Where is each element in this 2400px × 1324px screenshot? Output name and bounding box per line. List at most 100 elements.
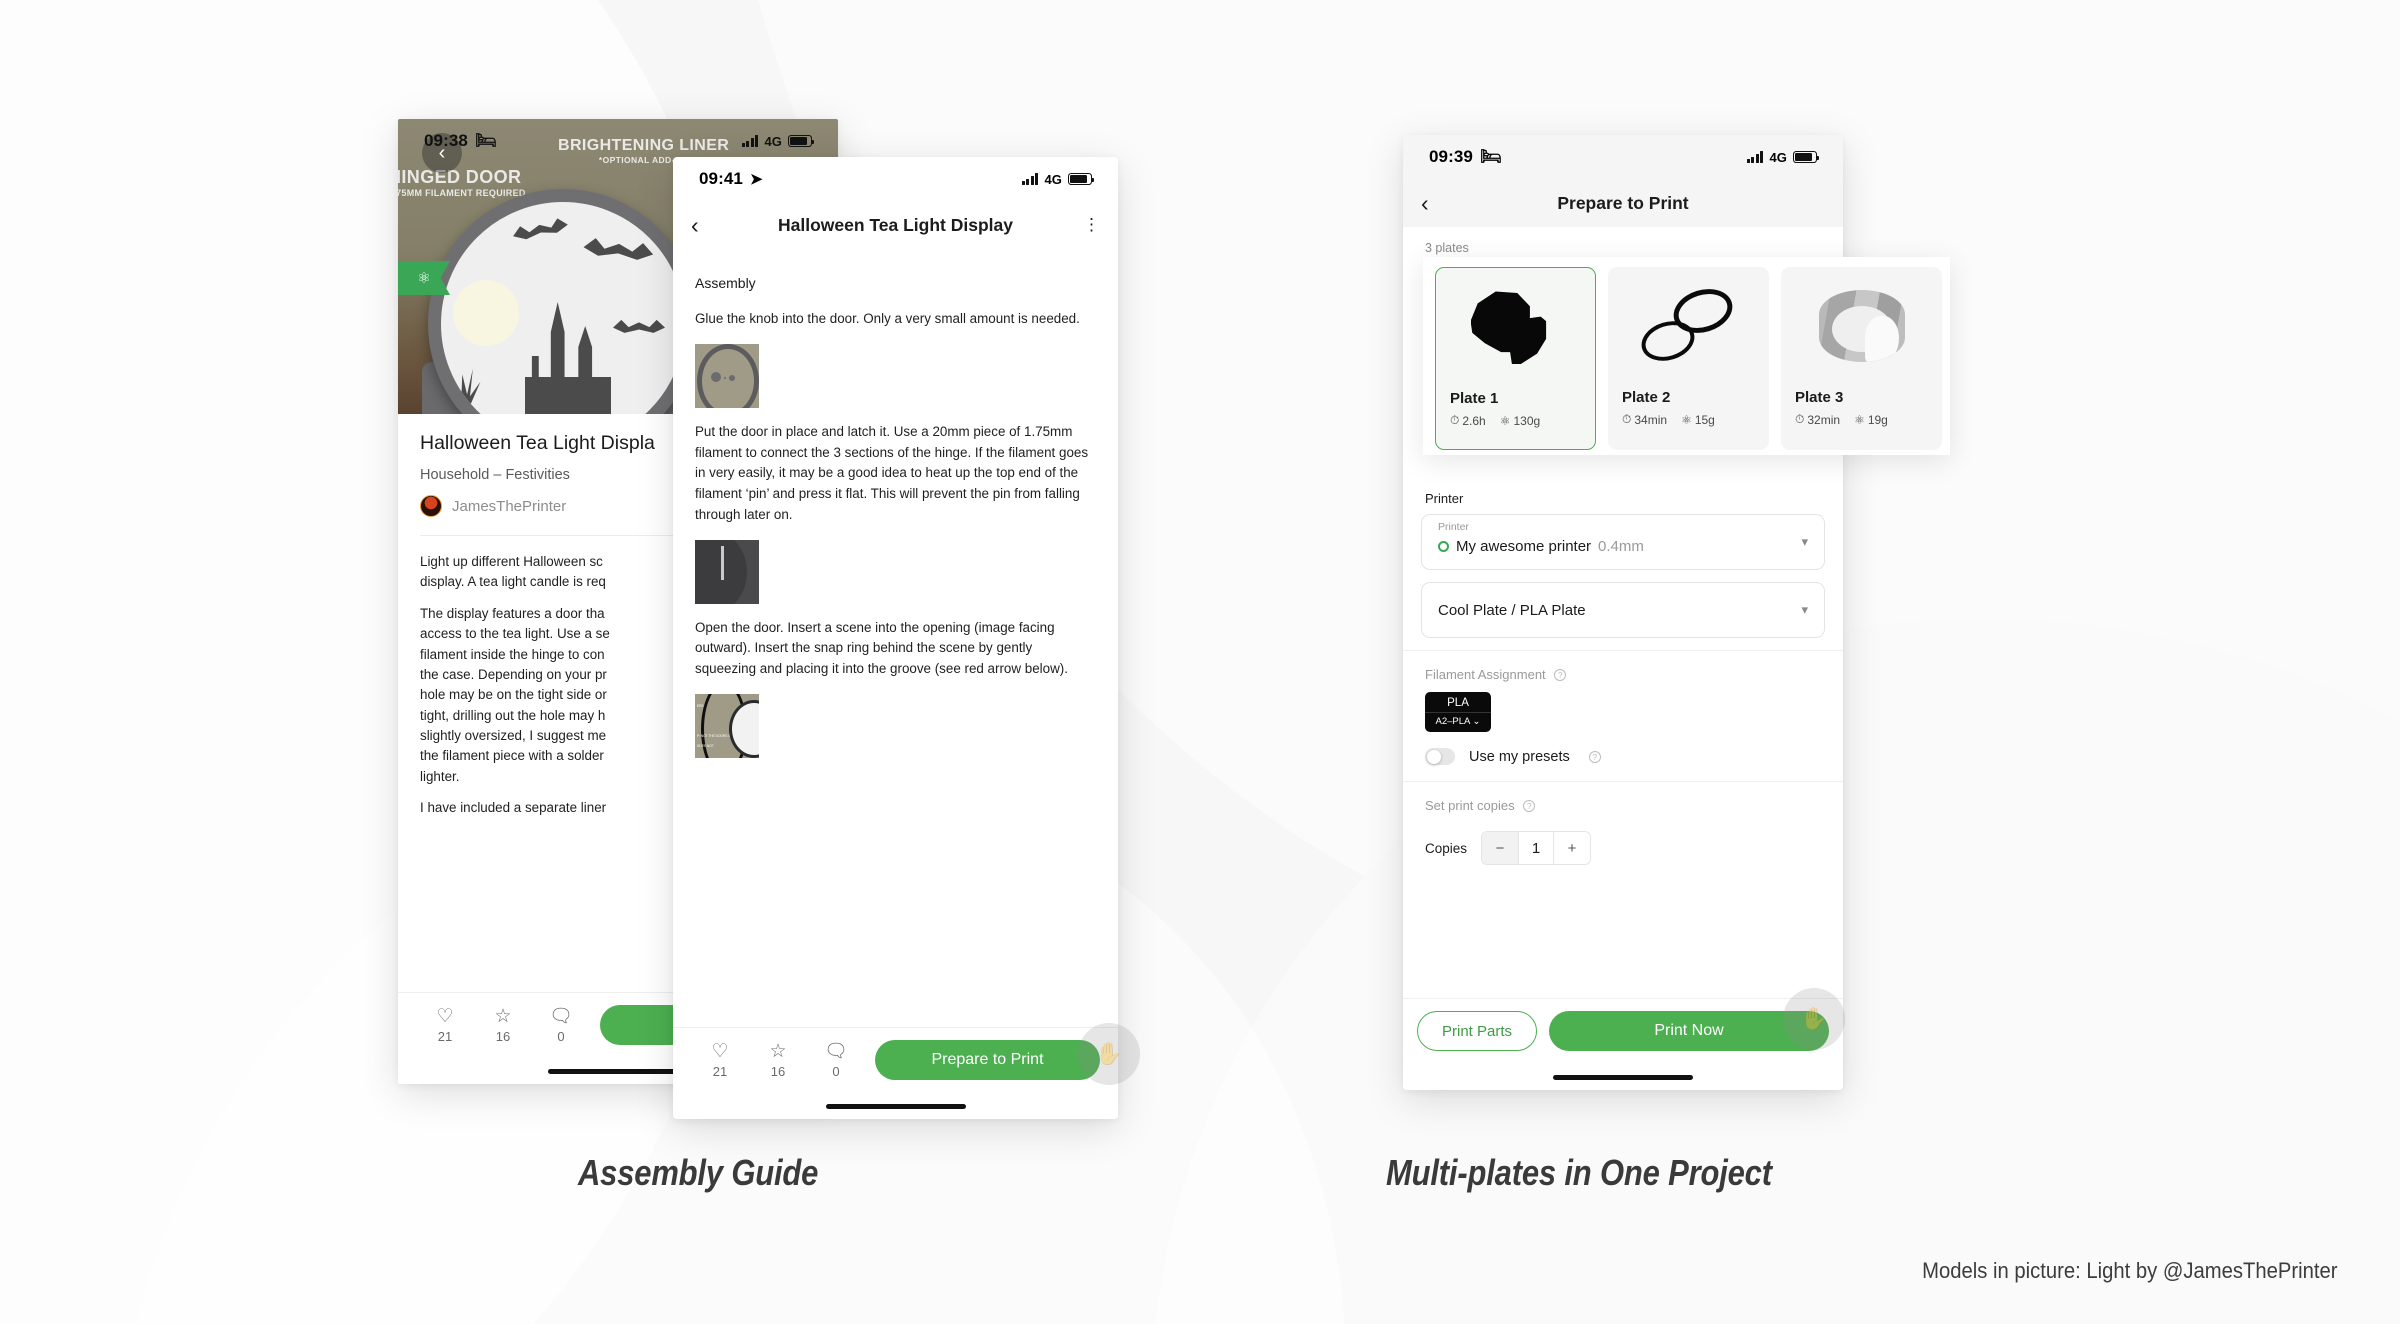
comment-icon: 🗨: [548, 1005, 574, 1027]
author-name: JamesThePrinter: [452, 497, 567, 515]
step-image-hinge-pin[interactable]: [695, 539, 759, 604]
heart-icon: ♡: [711, 1040, 729, 1062]
printer-section: Printer Printer My awesome printer 0.4mm…: [1403, 475, 1843, 638]
chevron-down-icon: ⌄: [1469, 716, 1481, 727]
plate-meta: ⏱ 32min ⚛ 19g: [1781, 406, 1942, 427]
plate-row: Plate 1 ⏱ 2.6h ⚛ 130g Plate 2 ⏱ 34min ⚛ 15g: [1423, 257, 1950, 450]
more-vertical-icon[interactable]: ⋮: [1072, 214, 1100, 236]
page-title: Prepare to Print: [1557, 192, 1689, 213]
status-right: 4G: [741, 133, 815, 149]
status-time: 09:41: [699, 169, 743, 188]
plate-thumbnail: [1608, 267, 1769, 385]
use-presets-toggle[interactable]: [1425, 748, 1455, 765]
quantity-stepper[interactable]: − 1 +: [1481, 831, 1592, 865]
comment-icon: 🗨: [823, 1040, 849, 1062]
filament-section: Filament Assignment ? PLA A2–PLA ⌄ Use m…: [1403, 651, 1843, 765]
copies-section: Set print copies ? Copies − 1 +: [1403, 782, 1843, 865]
network-label: 4G: [1769, 149, 1787, 165]
status-left: 09:39 🛏: [1429, 147, 1502, 167]
photo-caption-text: P: NOT THE DOORS WORKS: [697, 733, 741, 738]
network-label: 4G: [1044, 171, 1062, 187]
back-chevron-icon[interactable]: ‹: [1421, 191, 1449, 215]
plate-card-2[interactable]: Plate 2 ⏱ 34min ⚛ 15g: [1608, 267, 1769, 450]
home-indicator: [548, 1069, 688, 1074]
set-copies-label: Set print copies ?: [1421, 782, 1825, 821]
avatar: [420, 495, 442, 517]
step-image-knob-door[interactable]: [695, 343, 759, 408]
bottom-action-bar: ♡ 21 ☆ 16 🗨 0 Prepare to Print: [673, 1027, 1118, 1119]
use-presets-row[interactable]: Use my presets ?: [1421, 732, 1825, 765]
collect-count: 16: [770, 1063, 786, 1079]
signal-bars-icon: [1021, 173, 1039, 185]
use-presets-label: Use my presets: [1469, 748, 1570, 765]
plate-thumbnail: [1781, 267, 1942, 385]
status-left: 09:41 ➤: [699, 169, 763, 189]
photo-caption-text: ERS: [697, 703, 704, 708]
help-icon[interactable]: ?: [1523, 800, 1536, 812]
status-time: 09:39: [1429, 147, 1473, 166]
status-time: 09:38: [424, 131, 468, 150]
assembly-content: Assembly Glue the knob into the door. On…: [673, 249, 1118, 1079]
help-icon[interactable]: ?: [1588, 750, 1601, 763]
star-icon: ☆: [494, 1005, 512, 1027]
bat-icon: [582, 234, 655, 273]
plate-time: ⏱ 32min: [1795, 412, 1841, 427]
grey-band-icon: [1818, 290, 1905, 362]
clock-icon: ⏱: [1795, 412, 1805, 426]
bat-icon: [613, 319, 665, 333]
photo-caption-text: DOES NOT: [697, 743, 714, 748]
status-bar: 09:41 ➤ 4G: [673, 157, 1118, 201]
printer-select[interactable]: Printer My awesome printer 0.4mm ▾: [1421, 514, 1825, 570]
plate-card-1[interactable]: Plate 1 ⏱ 2.6h ⚛ 130g: [1435, 267, 1596, 450]
battery-icon: [1068, 173, 1095, 185]
printer-value: My awesome printer 0.4mm: [1438, 538, 1644, 555]
plate-name: Plate 3: [1795, 389, 1844, 406]
print-parts-button[interactable]: Print Parts: [1417, 1011, 1537, 1051]
increment-button[interactable]: +: [1554, 832, 1590, 864]
collect-stat[interactable]: ☆ 16: [474, 1005, 532, 1044]
collect-stat[interactable]: ☆ 16: [749, 1041, 807, 1079]
action-row: ♡ 21 ☆ 16 🗨 0 Prepare to Print: [691, 1040, 1100, 1080]
bat-icon: [511, 214, 571, 251]
collect-count: 16: [495, 1028, 511, 1044]
plate-time: ⏱ 34min: [1622, 412, 1668, 427]
nav-bar: ‹ Halloween Tea Light Display ⋮: [673, 201, 1118, 249]
help-icon[interactable]: ?: [1554, 669, 1567, 681]
comment-stat[interactable]: 🗨 0: [532, 1005, 590, 1044]
plate-name: Plate 1: [1450, 390, 1499, 407]
network-label: 4G: [764, 133, 782, 149]
bottom-action-bar: Print Parts Print Now: [1403, 998, 1843, 1090]
step-text: Open the door. Insert a scene into the o…: [695, 619, 1068, 677]
copies-value: 1: [1518, 832, 1555, 864]
plate-card-3[interactable]: Plate 3 ⏱ 32min ⚛ 19g: [1781, 267, 1942, 450]
bed-icon: 🛏: [1479, 147, 1502, 166]
plate-type-value: Cool Plate / PLA Plate: [1438, 601, 1586, 619]
step-image-snap-ring[interactable]: ERS P: NOT THE DOORS WORKS DOES NOT: [695, 693, 759, 758]
plate-time: ⏱ 2.6h: [1450, 413, 1486, 428]
prepare-to-print-button[interactable]: Prepare to Print: [875, 1040, 1100, 1080]
like-stat[interactable]: ♡ 21: [416, 1005, 474, 1044]
back-chevron-icon[interactable]: ‹: [691, 213, 719, 237]
filament-chip[interactable]: PLA A2–PLA ⌄: [1425, 692, 1491, 732]
copies-label: Copies: [1425, 840, 1468, 856]
printer-section-label: Printer: [1425, 491, 1464, 506]
nav-bar: ‹ Prepare to Print: [1403, 179, 1843, 227]
copies-row: Copies − 1 +: [1421, 821, 1825, 865]
like-count: 21: [437, 1028, 453, 1044]
heart-icon: ♡: [436, 1005, 454, 1027]
background-decor: [0, 0, 2400, 1324]
ghost-silhouette-icon: [1470, 291, 1547, 364]
page-title: Halloween Tea Light Display: [777, 214, 1013, 235]
decrement-button[interactable]: −: [1482, 832, 1519, 864]
status-left: 09:38 🛏: [424, 131, 497, 151]
battery-icon: [788, 135, 815, 147]
home-indicator: [1553, 1075, 1693, 1080]
plate-type-select[interactable]: Cool Plate / PLA Plate ▾: [1421, 582, 1825, 638]
status-bar: 09:39 🛏 4G: [1403, 135, 1843, 179]
printer-nozzle: 0.4mm: [1598, 538, 1644, 555]
like-stat[interactable]: ♡ 21: [691, 1040, 749, 1079]
caption-assembly-guide: Assembly Guide: [578, 1152, 819, 1193]
tap-gesture-icon: ✋: [1783, 988, 1845, 1050]
status-right: 4G: [1746, 149, 1820, 165]
comment-stat[interactable]: 🗨 0: [807, 1040, 865, 1079]
